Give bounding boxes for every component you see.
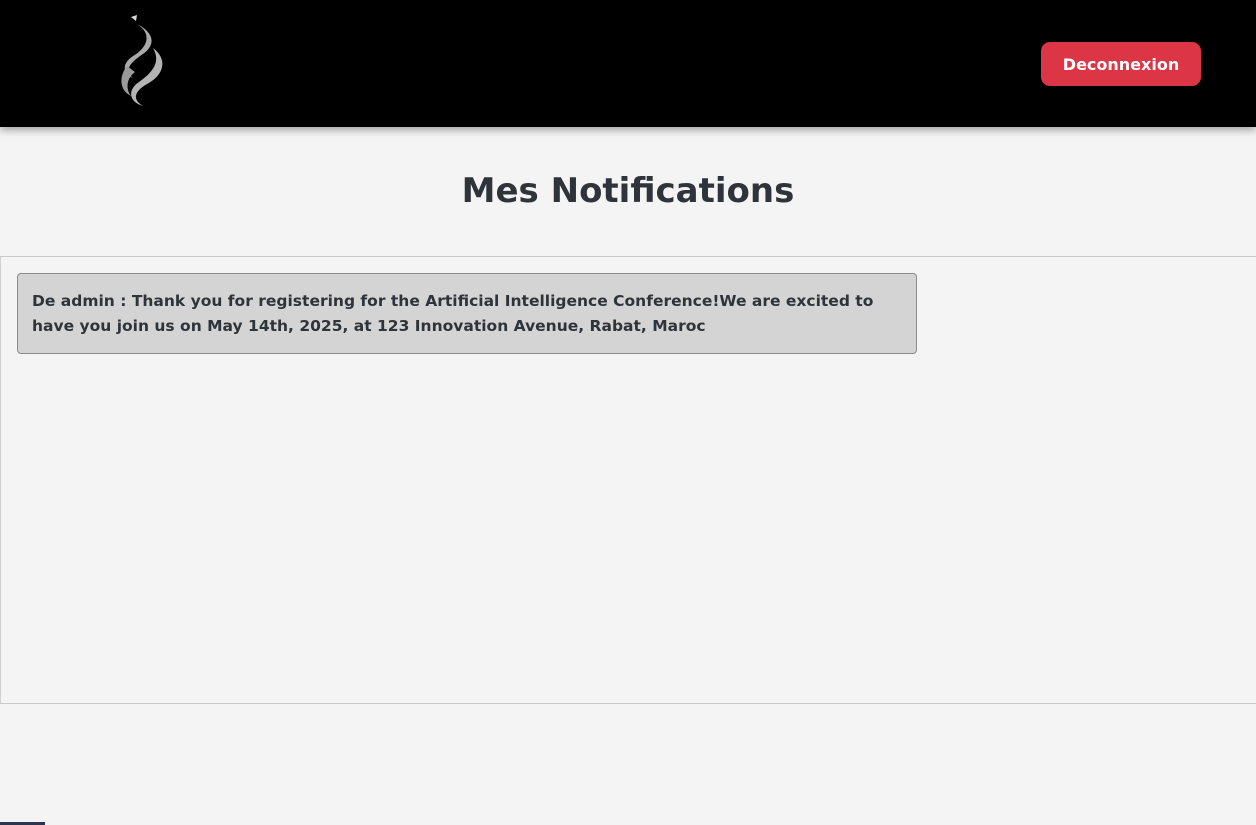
notifications-list: De admin : Thank you for registering for…	[0, 256, 1256, 704]
top-header: Deconnexion	[0, 0, 1256, 127]
page-title: Mes Notifications	[461, 171, 795, 211]
logout-button[interactable]: Deconnexion	[1041, 42, 1201, 86]
notification-item[interactable]: De admin : Thank you for registering for…	[17, 273, 917, 354]
flame-logo-icon	[121, 15, 163, 106]
